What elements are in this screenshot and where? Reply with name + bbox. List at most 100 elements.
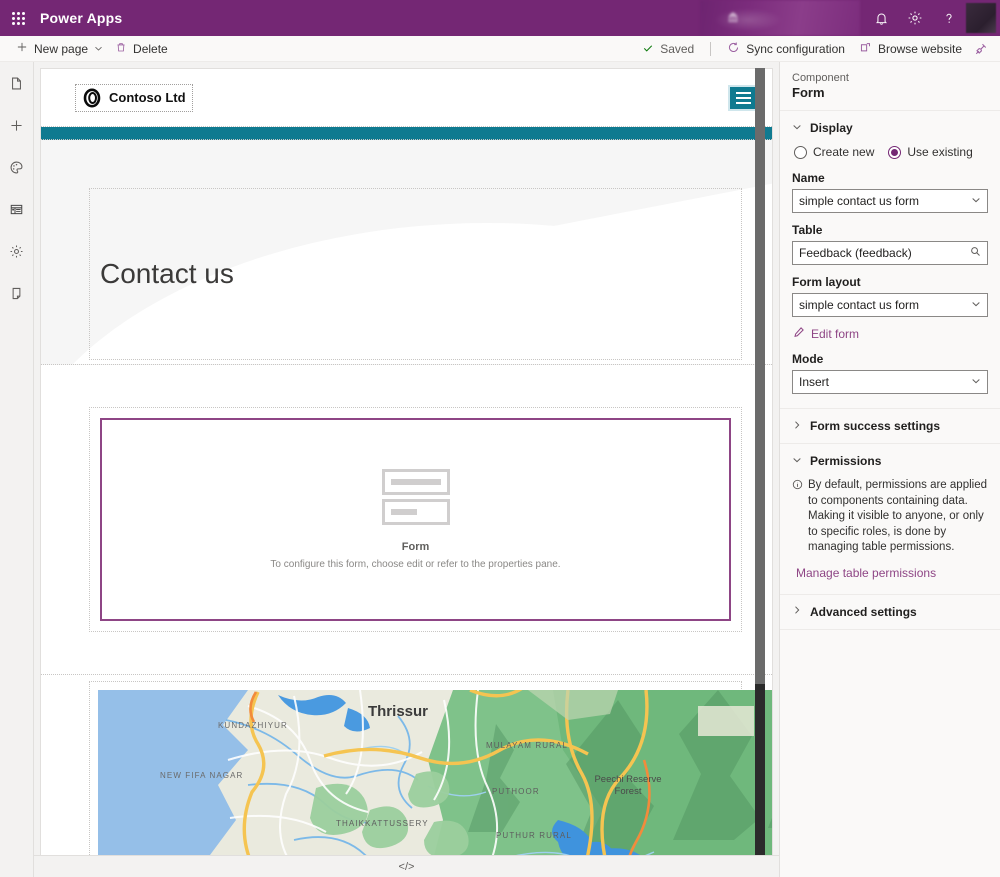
divider (710, 42, 712, 56)
canvas-vertical-scrollbar[interactable] (755, 68, 765, 868)
sidebar-item-data-workspace[interactable] (3, 198, 31, 224)
page-icon (9, 76, 24, 94)
section-advanced-settings-toggle[interactable]: Advanced settings (792, 605, 988, 619)
sidebar-item-pages[interactable] (3, 72, 31, 98)
site-logo[interactable]: Contoso Ltd (75, 83, 193, 112)
sidebar-item-add-component[interactable] (3, 114, 31, 140)
browse-website-button[interactable]: Browse website (853, 36, 968, 62)
app-title: Power Apps (40, 10, 123, 26)
section-form-success-label: Form success settings (810, 419, 941, 433)
website-canvas[interactable]: Contoso Ltd Contact us Form To configure… (40, 68, 773, 868)
chevron-down-icon (792, 455, 802, 468)
delete-button[interactable]: Delete (109, 36, 174, 62)
canvas-bottom-bar: </> (34, 855, 779, 877)
site-logo-text: Contoso Ltd (109, 90, 186, 105)
sidebar-item-set-up[interactable] (3, 240, 31, 266)
mobile-device-icon (9, 286, 24, 304)
form-section-container[interactable]: Form To configure this form, choose edit… (89, 407, 742, 632)
component-title: Form (792, 85, 825, 100)
svg-text:Forest: Forest (615, 786, 642, 797)
accent-bar (41, 127, 772, 140)
sidebar-item-mobile-preview[interactable] (3, 282, 31, 308)
sync-circle-icon (727, 41, 740, 57)
hero-section[interactable]: Contact us (41, 140, 772, 365)
section-permissions: Permissions By default, permissions are … (780, 444, 1000, 595)
section-permissions-toggle[interactable]: Permissions (792, 454, 988, 468)
sync-configuration-label: Sync configuration (746, 42, 845, 56)
delete-label: Delete (133, 41, 168, 56)
canvas-area: Contoso Ltd Contact us Form To configure… (34, 62, 779, 877)
chevron-down-icon (971, 195, 981, 208)
form-source-radio-group: Create new Use existing (794, 145, 988, 159)
saved-label: Saved (660, 42, 695, 56)
scrollbar-thumb[interactable] (755, 684, 765, 868)
mode-label: Mode (792, 352, 824, 366)
edit-form-link[interactable]: Edit form (793, 326, 988, 341)
section-form-success-toggle[interactable]: Form success settings (792, 419, 988, 433)
palette-icon (9, 160, 24, 178)
new-page-button[interactable]: New page (10, 36, 109, 62)
component-kicker: Component (792, 72, 849, 84)
map-section[interactable]: Thrissur KUNDAZHIYUR NEW FIFA NAGAR THAI… (41, 675, 772, 867)
section-display-label: Display (810, 121, 853, 135)
hamburger-menu-icon[interactable] (728, 84, 758, 111)
svg-text:PUTHOOR: PUTHOOR (492, 787, 540, 796)
svg-text:PUTHUR RURAL: PUTHUR RURAL (496, 831, 572, 840)
chevron-down-icon (971, 299, 981, 312)
radio-create-new-label: Create new (813, 145, 875, 159)
edit-form-label: Edit form (811, 326, 860, 341)
form-layout-dropdown[interactable]: simple contact us form (792, 293, 988, 317)
svg-text:MULAYAM RURAL: MULAYAM RURAL (486, 741, 568, 750)
avatar[interactable] (966, 3, 996, 33)
code-editor-icon[interactable]: </> (399, 861, 415, 873)
section-form-success: Form success settings (780, 409, 1000, 444)
section-display-toggle[interactable]: Display (792, 121, 988, 135)
name-dropdown[interactable]: simple contact us form (792, 189, 988, 213)
chevron-down-icon (94, 42, 103, 56)
environment-icon (726, 10, 740, 27)
hero-text-block[interactable]: Contact us (89, 188, 742, 360)
sidebar-item-styling[interactable] (3, 156, 31, 182)
section-permissions-label: Permissions (810, 454, 882, 468)
chevron-down-icon (792, 122, 802, 135)
map-embed[interactable]: Thrissur KUNDAZHIYUR NEW FIFA NAGAR THAI… (98, 690, 772, 867)
sync-configuration-button[interactable]: Sync configuration (721, 36, 851, 62)
search-icon[interactable] (970, 246, 981, 260)
map-section-container[interactable]: Thrissur KUNDAZHIYUR NEW FIFA NAGAR THAI… (89, 681, 772, 867)
table-value: Feedback (feedback) (799, 246, 912, 260)
save-status: Saved (636, 36, 700, 62)
app-launcher-waffle-icon[interactable] (0, 0, 36, 36)
table-lookup-input[interactable]: Feedback (feedback) (792, 241, 988, 265)
mode-dropdown[interactable]: Insert (792, 370, 988, 394)
question-mark-icon[interactable] (932, 0, 966, 36)
form-layout-label: Form layout (792, 275, 861, 289)
trash-icon (115, 41, 127, 56)
bell-icon[interactable] (864, 0, 898, 36)
svg-text:KUNDAZHIYUR: KUNDAZHIYUR (218, 721, 288, 730)
site-header[interactable]: Contoso Ltd (41, 69, 772, 127)
environment-switcher[interactable] (700, 0, 860, 36)
svg-text:Peechi Reserve: Peechi Reserve (594, 774, 661, 785)
radio-create-new[interactable]: Create new (794, 145, 874, 159)
open-in-new-window-icon (859, 41, 872, 57)
title-bar-actions (864, 0, 1000, 36)
table-label: Table (792, 223, 823, 237)
radio-use-existing[interactable]: Use existing (888, 145, 973, 159)
gear-icon[interactable] (898, 0, 932, 36)
chevron-right-icon (792, 605, 802, 618)
manage-table-permissions-link[interactable]: Manage table permissions (796, 566, 988, 580)
left-rail (0, 62, 34, 877)
form-component-selected[interactable]: Form To configure this form, choose edit… (100, 418, 731, 621)
name-value: simple contact us form (799, 194, 920, 208)
form-layout-value: simple contact us form (799, 298, 920, 312)
properties-pane: Component Form Display Create new Use ex… (779, 62, 1000, 877)
form-section[interactable]: Form To configure this form, choose edit… (41, 365, 772, 675)
pin-pane-icon[interactable] (970, 36, 992, 62)
properties-pane-header: Component Form (780, 62, 1000, 111)
plus-icon (9, 118, 24, 136)
permissions-info-text: By default, permissions are applied to c… (808, 479, 987, 554)
title-bar: Power Apps (0, 0, 1000, 36)
section-advanced-settings: Advanced settings (780, 595, 1000, 630)
permissions-info: By default, permissions are applied to c… (792, 478, 988, 556)
svg-text:NEW FIFA NAGAR: NEW FIFA NAGAR (160, 771, 243, 780)
